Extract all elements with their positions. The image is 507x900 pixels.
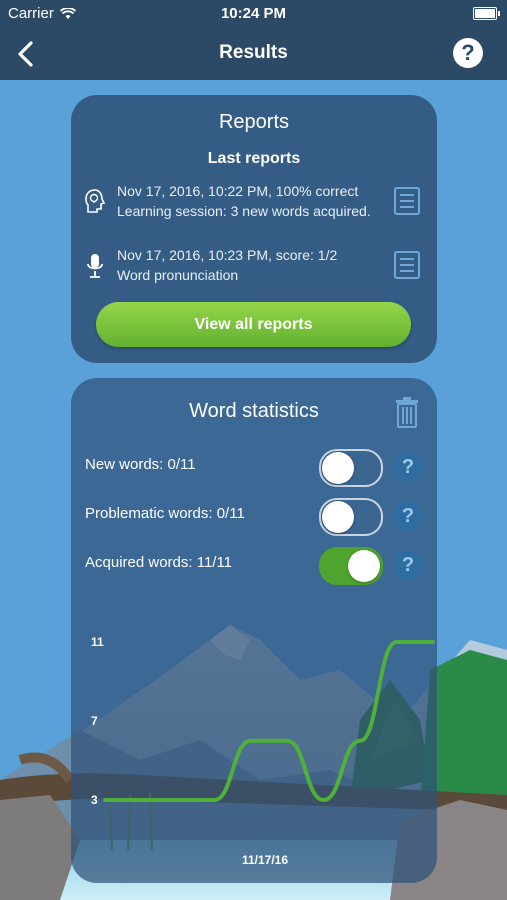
y-tick-label: 11 — [91, 635, 104, 649]
acquired-words-help-icon[interactable]: ? — [393, 550, 423, 580]
page-title: Results — [219, 42, 288, 63]
microphone-icon — [87, 254, 103, 278]
reports-title: Reports — [218, 111, 290, 133]
new-words-help-icon[interactable]: ? — [393, 452, 423, 482]
word-statistics-chart: 3 7 11 11/17/16 — [91, 635, 435, 867]
report-line-1: Nov 17, 2016, 10:23 PM, score: 1/2 — [117, 247, 338, 263]
problematic-words-label: Problematic words: 0/11 — [85, 505, 245, 522]
new-words-label: New words: 0/11 — [85, 456, 196, 473]
toggle-knob — [322, 452, 354, 484]
toggle-knob — [348, 550, 380, 582]
problematic-words-help-icon[interactable]: ? — [393, 501, 423, 531]
x-tick-label: 11/17/16 — [242, 853, 288, 867]
report-item[interactable]: Nov 17, 2016, 10:23 PM, score: 1/2 Word … — [81, 247, 423, 291]
view-all-reports-button[interactable]: View all reports — [96, 302, 411, 347]
acquired-words-toggle[interactable] — [319, 547, 383, 585]
report-line-2: Word pronunciation — [117, 267, 239, 283]
problematic-words-toggle[interactable] — [319, 498, 383, 536]
help-button[interactable]: ? — [453, 38, 483, 68]
report-item[interactable]: Nov 17, 2016, 10:22 PM, 100% correct Lea… — [81, 183, 423, 227]
lightbulb-head-icon — [85, 189, 106, 213]
report-document-icon[interactable] — [393, 186, 421, 216]
acquired-words-series-line — [103, 640, 435, 803]
battery-icon — [473, 7, 500, 20]
reports-card: Reports Last reports Nov 17, 2016, 10:22… — [71, 95, 437, 363]
stat-row-new-words: New words: 0/11 ? — [85, 446, 423, 487]
word-statistics-title: Word statistics — [189, 400, 319, 422]
report-document-icon[interactable] — [393, 250, 421, 280]
navigation-bar: Results ? — [0, 28, 507, 80]
status-bar: Carrier 10:24 PM — [0, 0, 507, 28]
report-line-2: Learning session: 3 new words acquired. — [117, 203, 371, 219]
report-line-1: Nov 17, 2016, 10:22 PM, 100% correct — [117, 183, 359, 199]
stat-row-acquired-words: Acquired words: 11/11 ? — [85, 544, 423, 585]
new-words-toggle[interactable] — [319, 449, 383, 487]
y-tick-label: 3 — [91, 793, 98, 807]
last-reports-heading: Last reports — [207, 150, 301, 167]
toggle-knob — [322, 501, 354, 533]
y-tick-label: 7 — [91, 714, 98, 728]
acquired-words-label: Acquired words: 11/11 — [85, 554, 233, 571]
stat-row-problematic-words: Problematic words: 0/11 ? — [85, 495, 423, 536]
status-time: 10:24 PM — [220, 5, 287, 22]
trash-icon[interactable] — [395, 396, 419, 428]
